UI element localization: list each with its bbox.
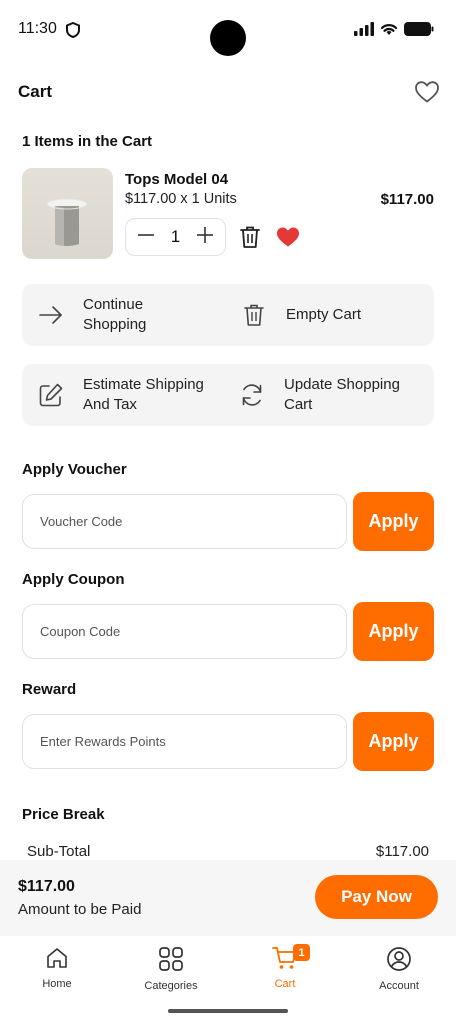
cart-item: Tops Model 04 $117.00 x 1 Units $117.00 … [22, 168, 434, 260]
nav-categories-label: Categories [144, 980, 198, 992]
product-total: $117.00 [380, 191, 434, 208]
status-icons [354, 22, 434, 41]
signal-icon [354, 22, 374, 41]
refresh-icon [239, 382, 265, 408]
product-image[interactable] [22, 168, 113, 259]
estimate-shipping-button[interactable]: Estimate Shipping And Tax [38, 364, 223, 426]
empty-cart-label: Empty Cart [286, 306, 362, 323]
nav-categories[interactable]: Categories [126, 946, 216, 992]
camera-cutout [210, 20, 246, 56]
estimate-shipping-label: Estimate Shipping And Tax [83, 376, 204, 413]
nav-account-label: Account [379, 980, 419, 992]
coupon-code-input[interactable] [22, 604, 347, 659]
checkout-bar: $117.00 Amount to be Paid Pay Now [0, 860, 456, 936]
apply-reward-button[interactable]: Apply [353, 712, 434, 771]
wifi-icon [380, 22, 398, 41]
quantity-stepper: 1 [125, 218, 226, 256]
trash-icon [241, 303, 267, 327]
continue-shopping-button[interactable]: Continue Shopping [38, 284, 173, 346]
cart-badge: 1 [293, 944, 310, 961]
coupon-title: Apply Coupon [22, 571, 125, 588]
subtotal-label: Sub-Total [27, 843, 91, 860]
price-break-title: Price Break [22, 806, 105, 823]
delete-item-icon[interactable] [239, 225, 261, 254]
product-unit-price: $117.00 x 1 Units [125, 191, 237, 207]
continue-shopping-label: Continue Shopping [83, 296, 147, 333]
amount-to-pay: $117.00 [18, 878, 75, 895]
quantity-value: 1 [170, 227, 181, 246]
cart-actions-row-2: Estimate Shipping And Tax Update Shoppin… [22, 364, 434, 426]
plus-icon[interactable] [195, 225, 215, 250]
battery-icon [404, 22, 434, 41]
minus-icon[interactable] [136, 225, 156, 250]
header: Cart [18, 80, 440, 104]
voucher-code-input[interactable] [22, 494, 347, 549]
arrow-right-icon [38, 305, 64, 325]
favorite-heart-icon[interactable] [276, 226, 300, 253]
shield-icon [66, 21, 80, 43]
account-icon [386, 946, 412, 977]
nav-home[interactable]: Home [12, 946, 102, 990]
status-bar: 11:30 [0, 0, 456, 60]
grid-icon [158, 946, 184, 977]
amount-caption: Amount to be Paid [18, 901, 142, 918]
product-name[interactable]: Tops Model 04 [125, 171, 228, 188]
apply-voucher-button[interactable]: Apply [353, 492, 434, 551]
empty-cart-button[interactable]: Empty Cart [241, 284, 361, 346]
home-indicator [168, 1009, 288, 1013]
nav-cart[interactable]: 1 Cart [240, 944, 330, 990]
apply-coupon-button[interactable]: Apply [353, 602, 434, 661]
cart-items-count: 1 Items in the Cart [22, 133, 153, 150]
cart-actions-row-1: Continue Shopping Empty Cart [22, 284, 434, 346]
update-cart-label: Update Shopping Cart [284, 376, 400, 413]
pay-now-button[interactable]: Pay Now [315, 875, 438, 919]
voucher-title: Apply Voucher [22, 461, 127, 478]
nav-cart-label: Cart [274, 978, 296, 990]
home-icon [45, 946, 69, 975]
edit-icon [38, 382, 64, 408]
reward-title: Reward [22, 681, 77, 698]
status-time: 11:30 [18, 20, 57, 37]
nav-account[interactable]: Account [354, 946, 444, 992]
wishlist-heart-icon[interactable] [414, 80, 440, 104]
subtotal-value: $117.00 [375, 843, 429, 860]
update-cart-button[interactable]: Update Shopping Cart [239, 364, 414, 426]
reward-points-input[interactable] [22, 714, 347, 769]
nav-home-label: Home [42, 978, 72, 990]
page-title: Cart [18, 82, 53, 101]
